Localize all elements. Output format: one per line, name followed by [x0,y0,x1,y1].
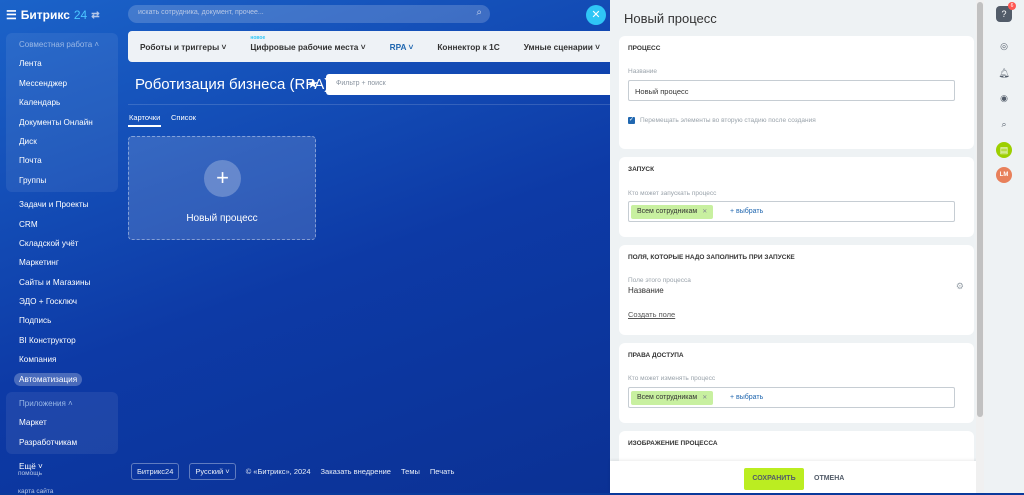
section-launch: Запуск Кто может запускать процесс Всем … [619,157,974,237]
section-heading: Запуск [628,166,655,173]
menu-icon[interactable]: ☰ [6,8,17,22]
plus-icon: + [204,160,241,197]
page-title: Роботизация бизнеса (RPA) [135,76,330,93]
sidebar: Совместная работа ˄ Лента Мессенджер Кал… [0,30,122,495]
move-checkbox[interactable]: ✓ Перемещать элементы во вторую стадию п… [628,117,816,124]
section-heading: Поля, которые надо заполнить при запуске [628,254,795,261]
section-heading: Права доступа [628,352,684,359]
tab-1c[interactable]: Коннектор к 1С [425,42,511,52]
sidebar-group-collab: Совместная работа ˄ Лента Мессенджер Кал… [6,33,118,193]
logo[interactable]: ☰ Битрикс 24 ⇄ [0,8,128,22]
top-bar: ☰ Битрикс 24 ⇄ искать сотрудника, документ… [0,0,610,30]
add-access-link[interactable]: + выбрать [730,394,763,401]
field-label: Кто может запускать процесс [628,190,717,197]
sidebar-item[interactable]: BI Конструктор [0,331,122,350]
sitemap-link[interactable]: карта сайта [18,488,53,495]
sidebar-item[interactable]: Складской учёт [0,234,122,253]
tag-all-employees[interactable]: Всем сотрудникам ✕ [631,205,714,219]
sidebar-item[interactable]: Группы [6,171,118,190]
sidebar-item[interactable]: ЭДО + Госключ [0,292,122,311]
sidebar-item-automation[interactable]: Автоматизация [0,370,122,389]
help-link[interactable]: помощь [18,470,42,477]
panel-title: Новый процесс [624,11,717,26]
order-link[interactable]: Заказать внедрение [321,467,391,476]
tab-rpa[interactable]: RPA ˅ [378,42,426,52]
right-bar: ? 6 ◎ 🔔︎ ◉ ⌕ ▤ LM [984,0,1024,493]
sidebar-group-apps: Приложения ˄ Маркет Разработчикам [6,392,118,455]
avatar[interactable]: LM [996,167,1012,183]
tab-scenarios[interactable]: Умные сценарии ˅ [512,42,612,52]
clock-icon: ⇄ [91,9,100,21]
new-process-card[interactable]: + Новый процесс [128,136,316,240]
section-process: Процесс Название Новый процесс ✓ Перемещ… [619,36,974,149]
create-field-link[interactable]: Создать поле [628,310,675,319]
sidebar-group-title[interactable]: Приложения ˄ [6,394,118,413]
sidebar-item[interactable]: Разработчикам [6,433,118,452]
scrollbar[interactable] [976,0,984,493]
footer: Битрикс24 Русский ˅ © «Битрикс», 2024 За… [131,463,454,480]
sidebar-item[interactable]: Маркет [6,413,118,432]
field-label: Название [628,68,658,75]
sidebar-item[interactable]: Задачи и Проекты [0,195,122,214]
field-label: Поле этого процесса [628,277,691,284]
sidebar-item[interactable]: Документы Онлайн [6,113,118,132]
sidebar-group-title[interactable]: Совместная работа ˄ [6,35,118,54]
sidebar-item[interactable]: Календарь [6,93,118,112]
section-fields: Поля, которые надо заполнить при запуске… [619,245,974,335]
sidebar-item[interactable]: Маркетинг [0,253,122,272]
close-icon[interactable]: ✕ [586,5,606,25]
divider [128,104,610,105]
sidebar-item[interactable]: Компания [0,350,122,369]
sidebar-item[interactable]: Почта [6,151,118,170]
bell-icon[interactable]: 🔔︎ [996,65,1012,81]
section-heading: Процесс [628,45,661,52]
process-name-input[interactable]: Новый процесс [628,80,955,101]
sidebar-item[interactable]: Лента [6,54,118,73]
top-tabs: Роботы и триггеры ˅ новое Цифровые рабочи… [128,31,610,62]
field-name: Название [628,286,664,295]
sidebar-item[interactable]: Подпись [0,311,122,330]
search-icon[interactable]: ⌕ [996,116,1012,132]
section-access: Права доступа Кто может изменять процесс… [619,343,974,423]
save-button[interactable]: СОХРАНИТЬ [744,468,804,490]
new-badge: новое [250,34,266,41]
tab-workplaces[interactable]: новое Цифровые рабочие места ˅ [238,35,377,52]
side-panel: Новый процесс Процесс Название Новый про… [610,0,985,493]
gear-icon[interactable]: ⚙ [956,281,964,292]
footer-brand[interactable]: Битрикс24 [131,463,180,480]
scrollbar-thumb[interactable] [977,2,983,417]
copyright: © «Битрикс», 2024 [245,467,311,476]
sidebar-item[interactable]: CRM [0,215,122,234]
chat-icon[interactable]: ◉ [996,90,1012,106]
subtab-list[interactable]: Список [171,113,196,122]
card-label: Новый процесс [186,213,258,224]
subtab-underline [128,125,161,127]
app-icon[interactable]: ▤ [996,142,1012,158]
panel-footer: СОХРАНИТЬ ОТМЕНА [610,461,985,493]
language-select[interactable]: Русский ˅ [189,463,236,480]
remove-icon[interactable]: ✕ [702,395,707,401]
field-label: Кто может изменять процесс [628,375,716,382]
search-input[interactable]: искать сотрудника, документ, прочее... ⌕ [128,5,490,23]
filter-input[interactable]: Фильтр + поиск [326,74,616,95]
subtab-cards[interactable]: Карточки [129,113,160,122]
copilot-icon[interactable]: ◎ [996,38,1012,54]
tab-robots[interactable]: Роботы и триггеры ˅ [128,42,238,52]
search-icon[interactable]: ⌕ [476,7,482,18]
add-launch-link[interactable]: + выбрать [730,208,763,215]
sidebar-item[interactable]: Диск [6,132,118,151]
star-icon[interactable]: ★ [307,76,319,92]
themes-link[interactable]: Темы [401,467,420,476]
print-link[interactable]: Печать [430,467,455,476]
sidebar-item[interactable]: Мессенджер [6,74,118,93]
tag-all-employees[interactable]: Всем сотрудникам ✕ [631,391,714,405]
section-heading: Изображение процесса [628,440,718,447]
checkbox-icon[interactable]: ✓ [628,117,635,124]
notification-badge: 6 [1008,2,1016,10]
remove-icon[interactable]: ✕ [702,209,707,215]
sidebar-item[interactable]: Сайты и Магазины [0,273,122,292]
cancel-button[interactable]: ОТМЕНА [814,475,844,482]
